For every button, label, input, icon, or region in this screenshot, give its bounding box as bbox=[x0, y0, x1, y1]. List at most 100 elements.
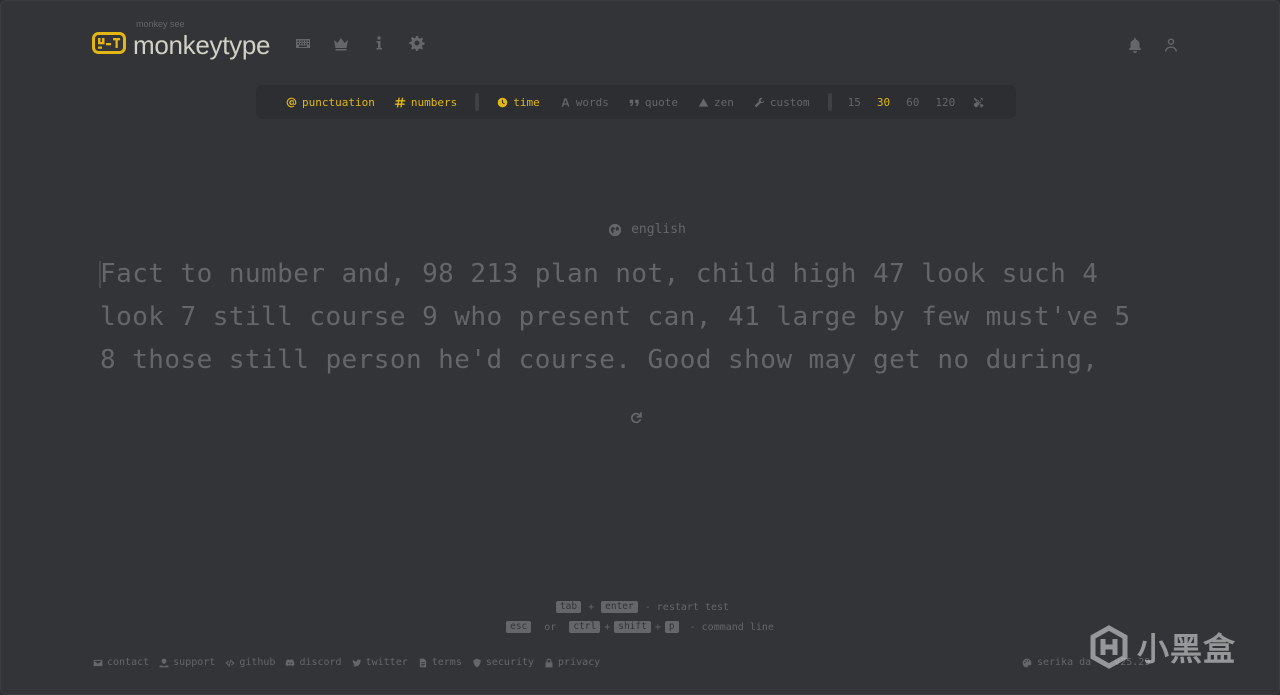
nav-test-button[interactable] bbox=[284, 28, 322, 58]
mode-time-button[interactable]: time bbox=[487, 96, 550, 109]
font-icon bbox=[561, 97, 570, 107]
hash-icon bbox=[394, 97, 406, 107]
key-p: p bbox=[664, 621, 679, 633]
top-nav bbox=[284, 28, 436, 58]
mode-words-label: words bbox=[575, 95, 609, 109]
contact-label: contact bbox=[107, 657, 150, 668]
tools-icon bbox=[973, 97, 984, 108]
file-icon bbox=[419, 658, 426, 667]
footer-links: contact support github discord twitter t… bbox=[93, 657, 600, 668]
github-label: github bbox=[239, 657, 276, 668]
hint-restart-text: - restart test bbox=[644, 601, 730, 613]
code-icon bbox=[225, 658, 235, 667]
punctuation-label: punctuation bbox=[302, 95, 375, 109]
duration-30-button[interactable]: 30 bbox=[869, 96, 898, 109]
hint-command-text: - command line bbox=[689, 621, 774, 633]
account-button[interactable] bbox=[1162, 30, 1180, 60]
logo[interactable]: monkey see monkeytype bbox=[92, 19, 271, 62]
monkeytype-logo-icon bbox=[92, 32, 126, 54]
theme-button[interactable]: serika da bbox=[1037, 657, 1091, 668]
twitter-label: twitter bbox=[365, 657, 408, 668]
discord-icon bbox=[286, 658, 295, 666]
hint-plus: + bbox=[654, 621, 661, 633]
bell-icon bbox=[1129, 38, 1141, 53]
nav-leaderboard-button[interactable] bbox=[322, 28, 360, 58]
privacy-label: privacy bbox=[558, 657, 601, 668]
redo-icon bbox=[630, 412, 642, 424]
palette-icon bbox=[1022, 658, 1032, 667]
terms-link[interactable]: terms bbox=[418, 657, 462, 668]
support-label: support bbox=[173, 657, 216, 668]
duration-120-button[interactable]: 120 bbox=[927, 96, 963, 109]
restart-test-button[interactable] bbox=[628, 410, 644, 426]
watermark-text: 小黑盒 bbox=[1137, 630, 1237, 668]
word-line: look 7 still course 9 who present can, 4… bbox=[100, 302, 1131, 332]
logo-subtitle: monkey see bbox=[136, 19, 185, 29]
nav-about-button[interactable] bbox=[360, 28, 398, 58]
envelope-icon bbox=[93, 659, 103, 666]
hint-plus: + bbox=[604, 621, 611, 633]
hint-plus: + bbox=[588, 601, 595, 613]
terms-label: terms bbox=[431, 657, 462, 668]
mode-time-label: time bbox=[513, 95, 540, 109]
mountain-icon bbox=[698, 97, 709, 107]
globe-icon bbox=[608, 223, 622, 236]
support-link[interactable]: support bbox=[159, 657, 215, 668]
discord-link[interactable]: discord bbox=[285, 657, 342, 668]
mode-words-button[interactable]: words bbox=[550, 96, 619, 109]
key-enter: enter bbox=[601, 601, 638, 613]
restart-hint: tab + enter - restart test bbox=[0, 601, 1280, 613]
privacy-link[interactable]: privacy bbox=[544, 657, 600, 668]
language-selector[interactable]: english bbox=[0, 222, 1280, 237]
wrench-icon bbox=[754, 97, 765, 107]
donate-icon bbox=[159, 658, 169, 667]
security-link[interactable]: security bbox=[472, 657, 534, 668]
mode-zen-button[interactable]: zen bbox=[688, 96, 744, 109]
github-link[interactable]: github bbox=[225, 657, 275, 668]
config-separator bbox=[475, 93, 480, 111]
quote-icon bbox=[629, 99, 639, 106]
numbers-toggle[interactable]: numbers bbox=[385, 96, 467, 109]
punctuation-toggle[interactable]: punctuation bbox=[276, 96, 385, 109]
mode-custom-button[interactable]: custom bbox=[744, 96, 820, 109]
mode-quote-label: quote bbox=[644, 95, 678, 109]
notifications-button[interactable] bbox=[1126, 30, 1144, 60]
language-label: english bbox=[631, 222, 686, 237]
hint-or: or bbox=[544, 621, 557, 633]
nav-settings-button[interactable] bbox=[398, 28, 436, 58]
mode-custom-label: custom bbox=[769, 95, 810, 109]
numbers-label: numbers bbox=[410, 95, 458, 109]
info-icon bbox=[376, 36, 383, 50]
duration-60-button[interactable]: 60 bbox=[898, 96, 927, 109]
typing-test-words[interactable]: Fact to number and, 98 213 plan not, chi… bbox=[99, 253, 1190, 382]
security-label: security bbox=[485, 657, 535, 668]
contact-link[interactable]: contact bbox=[93, 657, 149, 668]
duration-15-button[interactable]: 15 bbox=[840, 96, 869, 109]
shield-icon bbox=[473, 658, 481, 667]
twitter-link[interactable]: twitter bbox=[351, 657, 408, 668]
user-icon bbox=[1165, 38, 1177, 52]
key-esc: esc bbox=[506, 621, 532, 633]
mode-zen-label: zen bbox=[713, 95, 734, 109]
logo-name: monkeytype bbox=[133, 30, 271, 60]
key-tab: tab bbox=[555, 601, 582, 613]
key-shift: shift bbox=[614, 621, 651, 633]
word-line: Fact to number and, 98 213 plan not, chi… bbox=[100, 259, 1099, 289]
config-separator bbox=[827, 93, 832, 111]
account-nav bbox=[1126, 30, 1180, 60]
custom-duration-button[interactable] bbox=[963, 97, 994, 108]
test-config-bar: punctuation numbers time words quote zen… bbox=[256, 85, 1016, 119]
key-ctrl: ctrl bbox=[569, 621, 601, 633]
discord-label: discord bbox=[299, 657, 342, 668]
at-icon bbox=[286, 97, 297, 107]
text-caret bbox=[99, 261, 101, 288]
lock-icon bbox=[545, 658, 553, 667]
word-line: 8 those still person he'd course. Good s… bbox=[100, 345, 1099, 375]
clock-icon bbox=[497, 97, 508, 107]
mode-quote-button[interactable]: quote bbox=[619, 96, 688, 109]
header: monkey see monkeytype bbox=[92, 19, 436, 64]
xiaoheihe-logo-icon bbox=[1090, 625, 1128, 669]
crown-icon bbox=[334, 38, 349, 51]
gear-icon bbox=[409, 36, 425, 51]
xiaoheihe-watermark: 小黑盒 bbox=[1087, 624, 1236, 670]
